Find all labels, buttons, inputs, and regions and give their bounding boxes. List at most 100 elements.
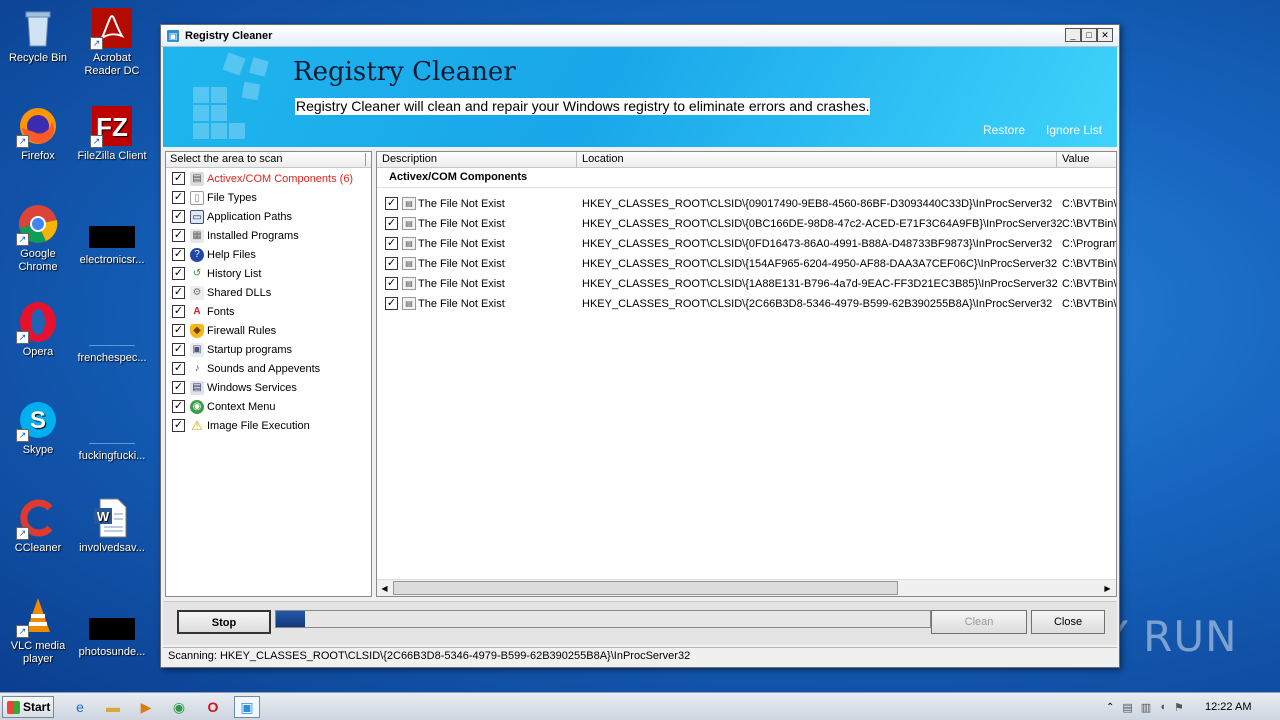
checkbox[interactable]: ✓: [172, 400, 185, 413]
desktop-icon-fucking[interactable]: fuckingfucki...: [74, 410, 150, 463]
desktop-icon-recycle-bin[interactable]: Recycle Bin: [0, 6, 76, 65]
checkbox[interactable]: ✓: [172, 286, 185, 299]
scan-item-context-menu[interactable]: ✓ ◉ Context Menu: [166, 397, 371, 416]
checkbox[interactable]: ✓: [172, 172, 185, 185]
action-center-icon[interactable]: ▤: [1122, 701, 1132, 714]
table-row[interactable]: ✓ ▤ The File Not Exist HKEY_CLASSES_ROOT\CL…: [377, 234, 1116, 254]
checkbox[interactable]: ✓: [172, 229, 185, 242]
scan-item-label: Application Paths: [207, 210, 292, 223]
desktop-icon-opera[interactable]: ↗ Opera: [0, 300, 76, 359]
context-menu-icon: ◉: [190, 399, 204, 414]
network-icon[interactable]: ▥: [1141, 701, 1151, 714]
chrome-taskbar-icon[interactable]: ◉: [166, 696, 192, 718]
checkbox[interactable]: ✓: [385, 277, 398, 290]
checkbox[interactable]: ✓: [385, 257, 398, 270]
scan-item-firewall-rules[interactable]: ✓ ◆ Firewall Rules: [166, 321, 371, 340]
scrollbar-thumb[interactable]: [393, 581, 898, 595]
scroll-right-icon[interactable]: ▶: [1100, 581, 1115, 596]
explorer-icon[interactable]: ▬: [100, 696, 126, 718]
maximize-button[interactable]: □: [1081, 28, 1097, 42]
scroll-left-icon[interactable]: ◀: [377, 581, 392, 596]
column-description[interactable]: Description: [377, 152, 577, 168]
row-value: C:\BVTBin\: [1062, 278, 1117, 290]
registry-cleaner-taskbar-icon[interactable]: ▣: [234, 696, 260, 718]
checkbox[interactable]: ✓: [385, 297, 398, 310]
row-value: C:\BVTBin\: [1062, 198, 1117, 210]
stop-button[interactable]: Stop: [177, 610, 271, 634]
checkbox[interactable]: ✓: [172, 305, 185, 318]
desktop-icon-label: FileZilla Client: [77, 150, 147, 162]
clean-button[interactable]: Clean: [931, 610, 1027, 634]
checkbox[interactable]: ✓: [172, 210, 185, 223]
scan-item-shared-dlls[interactable]: ✓ ⚙ Shared DLLs: [166, 283, 371, 302]
desktop-icon-skype[interactable]: S ↗ Skype: [0, 398, 76, 457]
scan-item-installed-programs[interactable]: ✓ ▦ Installed Programs: [166, 226, 371, 245]
start-button[interactable]: Start: [2, 696, 54, 718]
table-row[interactable]: ✓ ▤ The File Not Exist HKEY_CLASSES_ROOT\CL…: [377, 274, 1117, 294]
checkbox[interactable]: ✓: [172, 419, 185, 432]
chrome-icon: ↗: [16, 202, 60, 246]
desktop-icon-ccleaner[interactable]: ↗ CCleaner: [0, 496, 76, 555]
scan-item-startup-programs[interactable]: ✓ ▣ Startup programs: [166, 340, 371, 359]
restore-link[interactable]: Restore: [983, 123, 1025, 137]
logo-cube: [249, 57, 269, 77]
ie-icon[interactable]: e: [67, 696, 93, 718]
scan-area-list: Select the area to scan ✓ ▤ Activex/COM Co…: [165, 151, 372, 597]
opera-taskbar-icon[interactable]: O: [200, 696, 226, 718]
minimize-button[interactable]: _: [1065, 28, 1081, 42]
checkbox[interactable]: ✓: [385, 237, 398, 250]
flag-icon[interactable]: ⚑: [1174, 701, 1184, 714]
desktop-icon-frenchespec[interactable]: frenchespec...: [74, 312, 150, 365]
scan-item-label: Startup programs: [207, 343, 292, 356]
column-value[interactable]: Value: [1057, 152, 1116, 168]
title-bar[interactable]: ▣ Registry Cleaner _ □ ✕: [161, 25, 1119, 47]
logo-cube: [193, 105, 209, 121]
checkbox[interactable]: ✓: [172, 191, 185, 204]
scan-item-image-file-execution[interactable]: ✓ ⚠ Image File Execution: [166, 416, 371, 435]
table-row[interactable]: ✓ ▤ The File Not Exist HKEY_CLASSES_ROOT\CL…: [377, 214, 1116, 234]
checkbox[interactable]: ✓: [172, 362, 185, 375]
checkbox[interactable]: ✓: [385, 197, 398, 210]
table-row[interactable]: ✓ ▤ The File Not Exist HKEY_CLASSES_ROOT\CL…: [377, 254, 1116, 274]
desktop-icon-firefox[interactable]: ↗ Firefox: [0, 104, 76, 163]
checkbox[interactable]: ✓: [172, 267, 185, 280]
registry-entry-icon: ▤: [402, 297, 416, 310]
clock[interactable]: 12:22 AM: [1205, 701, 1251, 713]
status-bar: Scanning: HKEY_CLASSES_ROOT\CLSID\{2C66B…: [163, 647, 1117, 665]
checkbox[interactable]: ✓: [172, 324, 185, 337]
sounds-icon: ♪: [194, 362, 200, 374]
media-player-icon[interactable]: ▶: [133, 696, 159, 718]
desktop-icon-vlc[interactable]: ↗ VLC media player: [0, 594, 76, 666]
table-row[interactable]: ✓ ▤ The File Not Exist HKEY_CLASSES_ROOT\CL…: [377, 294, 1116, 314]
table-row[interactable]: ✓ ▤ The File Not Exist HKEY_CLASSES_ROOT\CL…: [377, 194, 1117, 214]
scan-item-sounds[interactable]: ✓ ♪ Sounds and Appevents: [166, 359, 371, 378]
checkbox[interactable]: ✓: [172, 381, 185, 394]
desktop-icon-photosunde[interactable]: photosunde...: [74, 606, 150, 659]
checkbox[interactable]: ✓: [172, 343, 185, 356]
desktop-icon-label: Skype: [22, 444, 54, 456]
desktop-icon-electronics[interactable]: electronicsr...: [74, 214, 150, 267]
scan-item-history-list[interactable]: ✓ ↺ History List: [166, 264, 371, 283]
scan-item-help-files[interactable]: ✓? Help Files: [166, 245, 371, 264]
desktop-icon-acrobat[interactable]: ↗ Acrobat Reader DC: [74, 6, 150, 78]
scan-item-activex[interactable]: ✓ ▤ Activex/COM Components (6): [166, 169, 371, 188]
app-icon: ▣: [166, 28, 180, 43]
scan-item-windows-services[interactable]: ✓ ▤ Windows Services: [166, 378, 371, 397]
ignore-list-link[interactable]: Ignore List: [1046, 123, 1102, 137]
close-window-button[interactable]: ✕: [1097, 28, 1113, 42]
scan-item-label: Context Menu: [207, 400, 276, 413]
volume-icon[interactable]: ◖: [1159, 701, 1166, 713]
desktop-icon-involvedsav[interactable]: W involvedsav...: [74, 496, 150, 555]
tray-expand-icon[interactable]: ⌃: [1106, 702, 1114, 713]
desktop-icon-chrome[interactable]: ↗ Google Chrome: [0, 202, 76, 274]
scan-item-file-types[interactable]: ✓ ▯ File Types: [166, 188, 371, 207]
scan-item-app-paths[interactable]: ✓ ▭ Application Paths: [166, 207, 371, 226]
scan-item-fonts[interactable]: ✓ A Fonts: [166, 302, 371, 321]
desktop-icon-filezilla[interactable]: FZ ↗ FileZilla Client: [74, 104, 150, 163]
close-button[interactable]: Close: [1031, 610, 1105, 634]
checkbox[interactable]: ✓: [172, 248, 185, 261]
opera-icon: ↗: [16, 300, 60, 344]
checkbox[interactable]: ✓: [385, 217, 398, 230]
column-location[interactable]: Location: [577, 152, 1057, 168]
horizontal-scrollbar[interactable]: ◀ ▶: [377, 579, 1116, 596]
